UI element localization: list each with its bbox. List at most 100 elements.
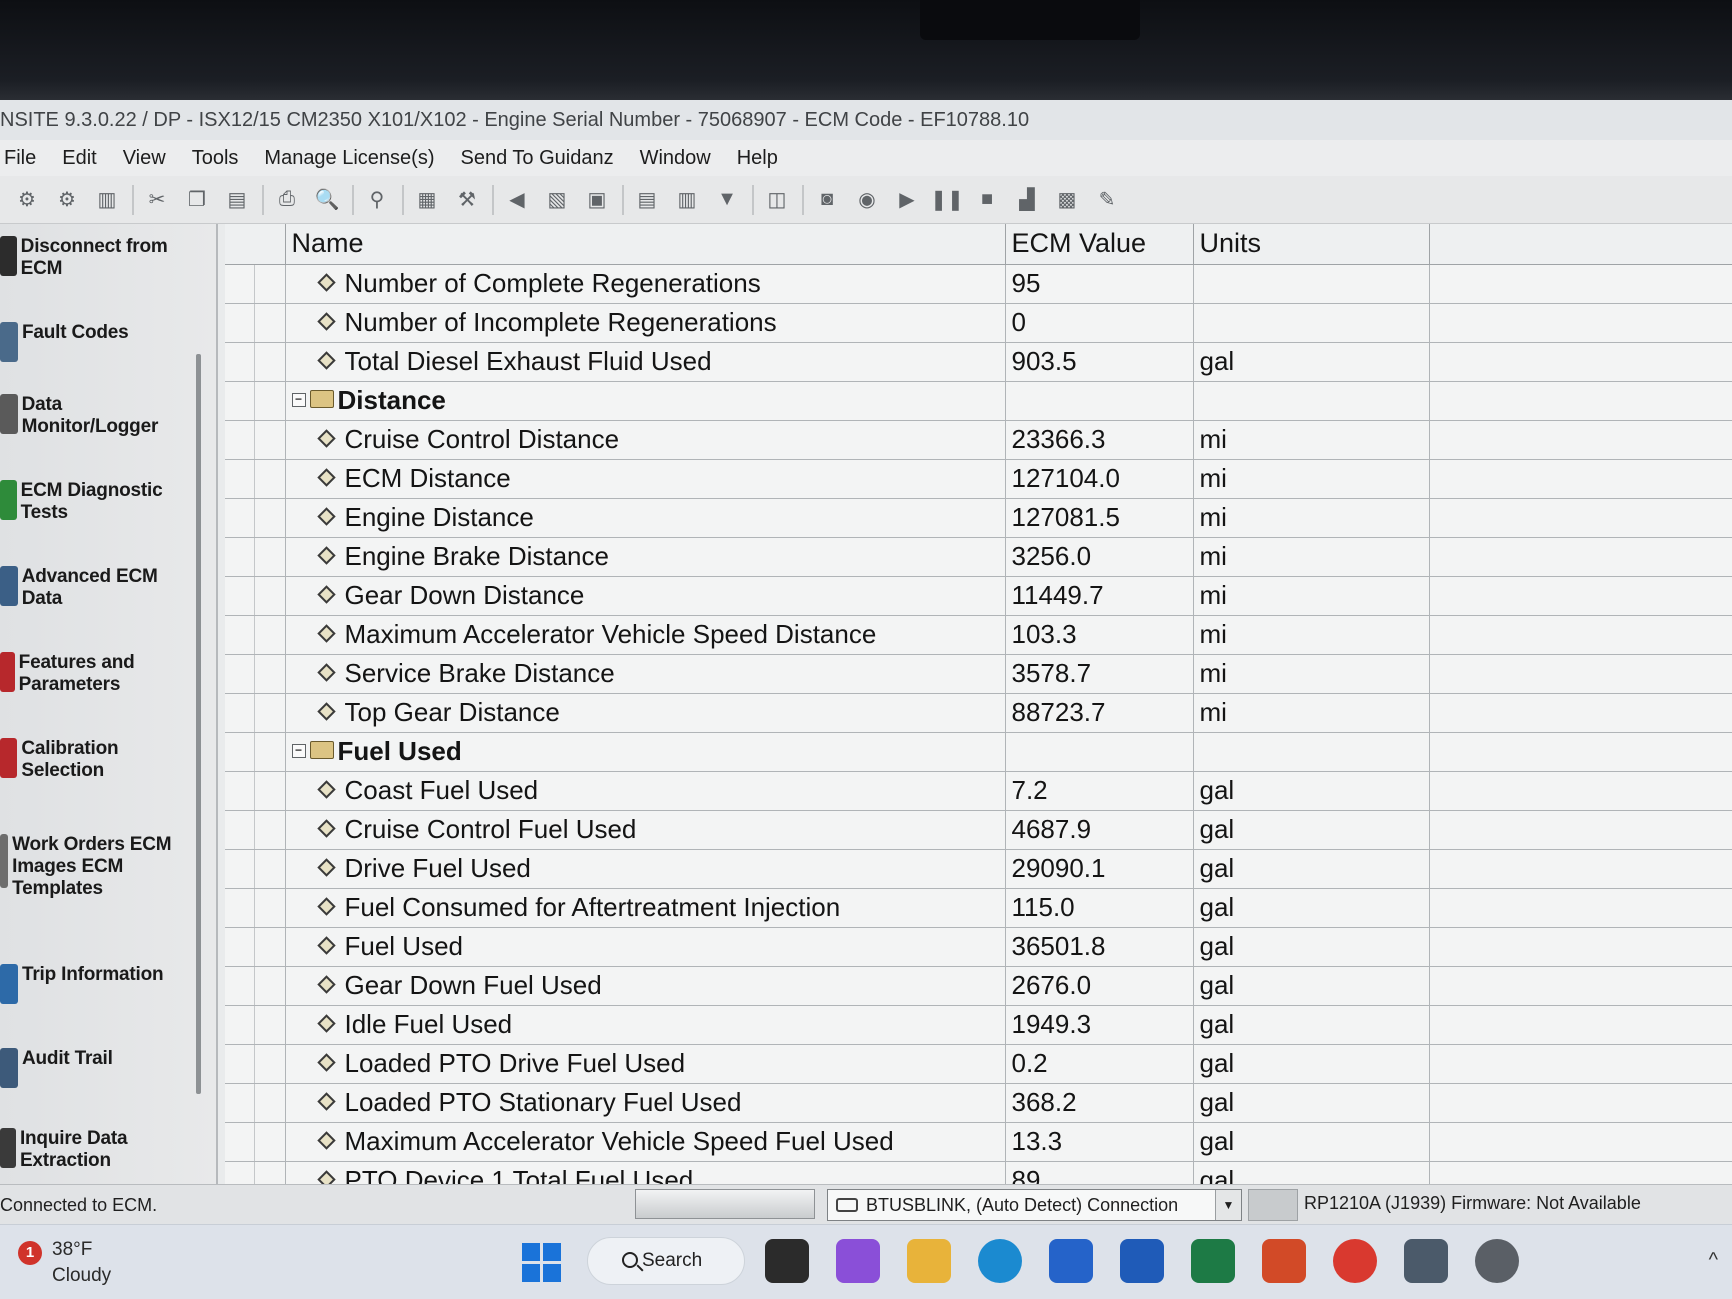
snapshot-icon[interactable]: ▩ [1050, 183, 1084, 217]
weather-alert-badge[interactable]: 1 [18, 1241, 42, 1265]
weather-temperature[interactable]: 38°F [52, 1239, 92, 1261]
table-row[interactable]: Loaded PTO Stationary Fuel Used 368.2 gal [225, 1083, 1732, 1123]
cell-blank [1429, 771, 1732, 811]
document-icon[interactable]: ▦ [410, 183, 444, 217]
table-row[interactable]: Number of Complete Regenerations 95 [225, 264, 1732, 304]
table-row[interactable]: Fuel Consumed for Aftertreatment Injecti… [225, 888, 1732, 928]
disconnect-toolbar-icon[interactable]: ⚙ [50, 183, 84, 217]
play-icon[interactable]: ▶ [890, 183, 924, 217]
menu-file[interactable]: File [4, 147, 36, 170]
table-row[interactable]: Fuel Used 36501.8 gal [225, 927, 1732, 967]
table-row[interactable]: Gear Down Fuel Used 2676.0 gal [225, 966, 1732, 1006]
word-icon[interactable] [1120, 1239, 1164, 1283]
sidebar-item-trip-information[interactable]: Trip Information [0, 964, 200, 1004]
sidebar-item-work-orders[interactable]: Work Orders ECM Images ECM Templates [0, 834, 180, 900]
file-explorer-icon[interactable] [907, 1239, 951, 1283]
table-row[interactable]: Engine Distance 127081.5 mi [225, 498, 1732, 538]
sidebar-item-data-monitor[interactable]: Data Monitor/Logger [0, 394, 200, 438]
table-row[interactable]: Cruise Control Distance 23366.3 mi [225, 420, 1732, 460]
menu-help[interactable]: Help [737, 147, 778, 170]
sidebar-item-ecm-diagnostic-tests[interactable]: ECM Diagnostic Tests [0, 480, 200, 524]
column-header-ecm-value[interactable]: ECM Value [1005, 224, 1194, 265]
store-icon[interactable] [1049, 1239, 1093, 1283]
sidebar-item-fault-codes[interactable]: Fault Codes [0, 322, 200, 362]
table-row[interactable]: PTO Device 1 Total Fuel Used 89 gal [225, 1161, 1732, 1184]
print-icon[interactable]: ⎙ [270, 183, 304, 217]
settings-icon[interactable] [1475, 1239, 1519, 1283]
copilot-icon[interactable] [836, 1239, 880, 1283]
powerpoint-icon[interactable] [1262, 1239, 1306, 1283]
edge-icon[interactable] [978, 1239, 1022, 1283]
table-row[interactable]: Loaded PTO Drive Fuel Used 0.2 gal [225, 1044, 1732, 1084]
table-row[interactable]: Service Brake Distance 3578.7 mi [225, 654, 1732, 694]
table-row[interactable]: Drive Fuel Used 29090.1 gal [225, 849, 1732, 889]
parameter-icon [316, 662, 336, 682]
cell-units: mi [1193, 459, 1430, 499]
table-row[interactable]: ECM Distance 127104.0 mi [225, 459, 1732, 499]
menu-send-to-guidanz[interactable]: Send To Guidanz [461, 147, 614, 170]
monitor-icon[interactable]: ▥ [90, 183, 124, 217]
find-icon[interactable]: ⚲ [360, 183, 394, 217]
table-row[interactable]: Maximum Accelerator Vehicle Speed Distan… [225, 615, 1732, 655]
table-row[interactable]: Engine Brake Distance 3256.0 mi [225, 537, 1732, 577]
sidebar-scrollbar[interactable] [196, 354, 201, 1094]
task-view-icon[interactable] [765, 1239, 809, 1283]
weather-condition[interactable]: Cloudy [52, 1265, 111, 1287]
table-row[interactable]: Number of Incomplete Regenerations 0 [225, 303, 1732, 343]
table-row[interactable]: Top Gear Distance 88723.7 mi [225, 693, 1732, 733]
table-row[interactable]: Gear Down Distance 11449.7 mi [225, 576, 1732, 616]
menu-tools[interactable]: Tools [192, 147, 239, 170]
insite-icon[interactable] [1404, 1239, 1448, 1283]
paste-icon[interactable]: ▤ [220, 183, 254, 217]
table-row[interactable]: Idle Fuel Used 1949.3 gal [225, 1005, 1732, 1045]
menu-window[interactable]: Window [640, 147, 711, 170]
save-icon[interactable]: ▣ [580, 183, 614, 217]
stop-icon[interactable]: ■ [970, 183, 1004, 217]
sidebar-item-advanced-ecm-data[interactable]: Advanced ECM Data [0, 566, 200, 610]
pause-icon[interactable]: ❚❚ [930, 183, 964, 217]
cut-icon[interactable]: ✂ [140, 183, 174, 217]
menu-edit[interactable]: Edit [62, 147, 96, 170]
window-icon[interactable]: ◫ [760, 183, 794, 217]
grid-group-row[interactable]: − Distance [225, 381, 1732, 421]
table-row[interactable]: Cruise Control Fuel Used 4687.9 gal [225, 810, 1732, 850]
tools-icon[interactable]: ⚒ [450, 183, 484, 217]
export-icon[interactable]: ▤ [630, 183, 664, 217]
sidebar-item-calibration-selection[interactable]: Calibration Selection [0, 738, 200, 782]
table-row[interactable]: Maximum Accelerator Vehicle Speed Fuel U… [225, 1122, 1732, 1162]
audio-icon[interactable]: ◀ [500, 183, 534, 217]
menu-view[interactable]: View [123, 147, 166, 170]
connection-select[interactable]: BTUSBLINK, (Auto Detect) Connection ▼ [827, 1189, 1242, 1221]
copy-icon[interactable]: ❐ [180, 183, 214, 217]
chevron-down-icon[interactable]: ▼ [1215, 1190, 1241, 1220]
sidebar-item-features-parameters[interactable]: Features and Parameters [0, 652, 200, 696]
print-preview-icon[interactable]: 🔍 [310, 183, 344, 217]
menu-manage-licenses[interactable]: Manage License(s) [264, 147, 434, 170]
cell-blank [1429, 1005, 1732, 1045]
taskbar-search[interactable]: Search [587, 1237, 745, 1285]
tray-chevron-up-icon[interactable]: ^ [1709, 1249, 1718, 1272]
ecm-diagnostic-icon [0, 480, 17, 520]
column-header-units[interactable]: Units [1193, 224, 1430, 265]
sidebar-item-disconnect[interactable]: Disconnect from ECM [0, 236, 200, 280]
sidebar-item-inquire-data[interactable]: Inquire Data Extraction [0, 1128, 200, 1172]
table-row[interactable]: Total Diesel Exhaust Fluid Used 903.5 gal [225, 342, 1732, 382]
report-icon[interactable]: ▧ [540, 183, 574, 217]
step-icon[interactable]: ▟ [1010, 183, 1044, 217]
collapse-icon[interactable]: − [291, 393, 306, 408]
excel-icon[interactable] [1191, 1239, 1235, 1283]
camera-icon[interactable]: ◙ [810, 183, 844, 217]
record-icon[interactable]: ◉ [850, 183, 884, 217]
connect-icon[interactable]: ⚙ [10, 183, 44, 217]
table-row[interactable]: Coast Fuel Used 7.2 gal [225, 771, 1732, 811]
notes-icon[interactable]: ✎ [1090, 183, 1124, 217]
cell-ecm-value [1005, 381, 1194, 421]
import-icon[interactable]: ▥ [670, 183, 704, 217]
chrome-icon[interactable] [1333, 1239, 1377, 1283]
column-header-name[interactable]: Name [285, 224, 1006, 265]
start-button[interactable] [518, 1239, 562, 1283]
grid-group-row[interactable]: − Fuel Used [225, 732, 1732, 772]
filter-icon[interactable]: ▼ [710, 183, 744, 217]
collapse-icon[interactable]: − [291, 744, 306, 759]
sidebar-item-audit-trail[interactable]: Audit Trail [0, 1048, 200, 1088]
